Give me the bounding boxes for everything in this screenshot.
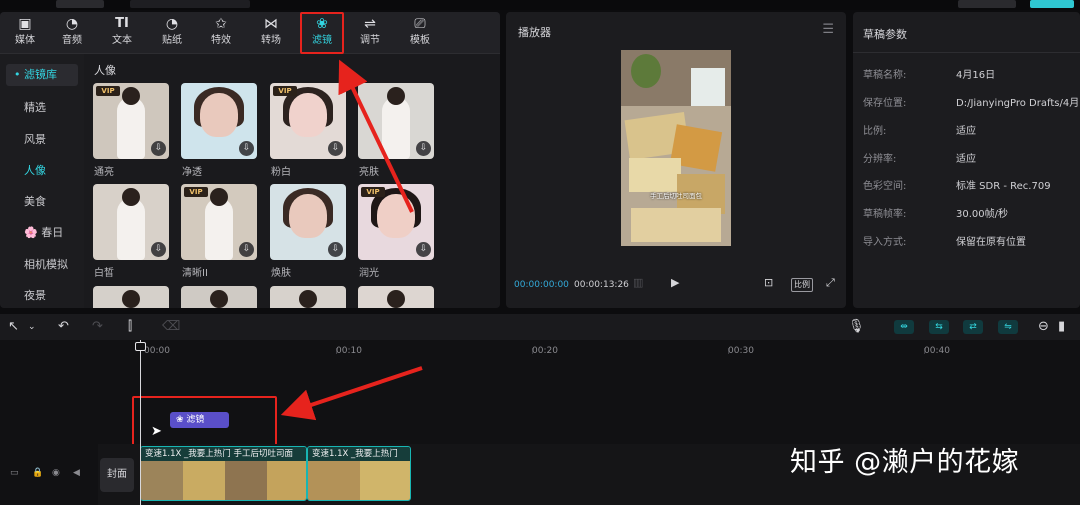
arrow-to-filter-tool: [338, 59, 414, 213]
watermark: 知乎 @濑户的花嫁: [790, 447, 1020, 478]
annotation-arrows: [280, 59, 423, 421]
arrow-to-filter-clip: [280, 366, 423, 421]
